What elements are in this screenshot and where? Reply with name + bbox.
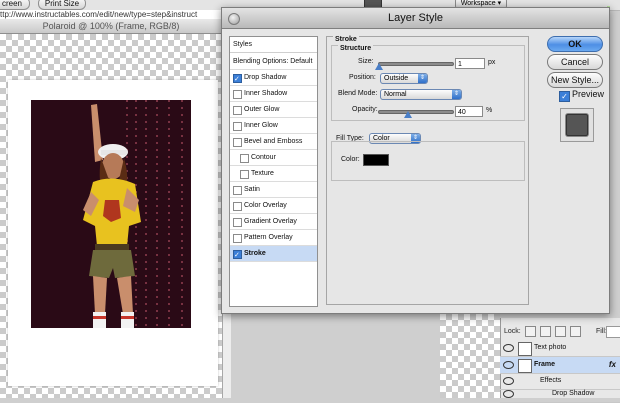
style-item-inner-glow[interactable]: Inner Glow xyxy=(230,118,317,134)
style-item-inner-shadow[interactable]: Inner Shadow xyxy=(230,86,317,102)
workspace-label: Workspace xyxy=(460,0,496,7)
opacity-slider-thumb[interactable] xyxy=(403,111,412,118)
print-size-button[interactable]: Print Size xyxy=(38,0,86,10)
dialog-title: Layer Style xyxy=(387,12,444,24)
size-slider[interactable] xyxy=(378,62,454,66)
fit-screen-button[interactable]: creen xyxy=(0,0,30,10)
style-checkbox[interactable] xyxy=(240,170,249,179)
chevron-updown-icon: ⇕ xyxy=(418,74,427,83)
style-item-label: Gradient Overlay xyxy=(244,218,297,225)
style-checkbox[interactable] xyxy=(233,186,242,195)
style-item-label: Satin xyxy=(244,186,260,193)
style-item-blending-options-default[interactable]: Blending Options: Default xyxy=(230,54,317,70)
size-slider-thumb[interactable] xyxy=(374,63,383,70)
preview-checkbox[interactable]: ✓ xyxy=(559,91,570,102)
style-checkbox[interactable] xyxy=(233,138,242,147)
style-checkbox[interactable] xyxy=(233,122,242,131)
layer-name: Text photo xyxy=(534,344,567,351)
style-item-contour[interactable]: Contour xyxy=(230,150,317,166)
fill-type-box: Color: xyxy=(331,141,525,181)
lock-transparent-icon[interactable] xyxy=(524,325,536,337)
lock-position-icon[interactable] xyxy=(554,325,566,337)
style-item-label: Outer Glow xyxy=(244,106,280,113)
style-item-label: Inner Glow xyxy=(244,122,278,129)
style-item-label: Drop Shadow xyxy=(244,74,287,81)
style-item-label: Contour xyxy=(251,154,276,161)
position-label: Position: xyxy=(349,74,376,81)
lock-all-icon[interactable] xyxy=(569,325,581,337)
position-select[interactable]: Outside ⇕ xyxy=(380,73,428,84)
style-item-label: Inner Shadow xyxy=(244,90,288,97)
eye-icon[interactable] xyxy=(503,390,514,398)
stroke-group-title: Stroke xyxy=(333,36,359,43)
styles-header[interactable]: Styles xyxy=(230,37,317,53)
layer-row-text-photo[interactable]: Text photo xyxy=(500,340,620,357)
style-checkbox[interactable] xyxy=(233,106,242,115)
effect-name: Drop Shadow xyxy=(552,390,595,397)
blend-mode-label: Blend Mode: xyxy=(338,90,378,97)
layer-thumbnail xyxy=(518,342,532,356)
chevron-updown-icon: ⇕ xyxy=(452,90,461,99)
style-checkbox[interactable] xyxy=(233,72,242,88)
size-field[interactable]: 1 xyxy=(455,58,485,69)
color-label: Color: xyxy=(341,156,360,163)
style-checkbox[interactable] xyxy=(233,90,242,99)
structure-box: Structure Size: 1 px Position: Outside ⇕… xyxy=(331,45,525,121)
style-checkbox[interactable] xyxy=(240,154,249,163)
lock-label: Lock: xyxy=(504,328,521,335)
document-title: Polaroid @ 100% (Frame, RGB/8) xyxy=(0,19,222,34)
style-item-outer-glow[interactable]: Outer Glow xyxy=(230,102,317,118)
new-style-button[interactable]: New Style... xyxy=(547,72,603,88)
fx-icon[interactable]: fx xyxy=(609,357,616,373)
style-item-bevel-and-emboss[interactable]: Bevel and Emboss xyxy=(230,134,317,150)
concert-photo xyxy=(31,100,191,328)
style-item-label: Texture xyxy=(251,170,274,177)
style-item-drop-shadow[interactable]: Drop Shadow xyxy=(230,70,317,88)
style-checkbox[interactable] xyxy=(233,202,242,211)
style-item-color-overlay[interactable]: Color Overlay xyxy=(230,198,317,214)
layer-name: Frame xyxy=(534,361,556,368)
opacity-field[interactable]: 40 xyxy=(455,106,483,117)
opacity-label: Opacity: xyxy=(352,106,378,113)
style-item-pattern-overlay[interactable]: Pattern Overlay xyxy=(230,230,317,246)
layer-row-drop-shadow[interactable]: Drop Shadow xyxy=(500,386,620,403)
size-label: Size: xyxy=(358,58,374,65)
ok-button[interactable]: OK xyxy=(547,36,603,52)
style-item-label: Stroke xyxy=(244,250,266,257)
color-swatch[interactable] xyxy=(363,154,389,166)
opacity-unit: % xyxy=(486,107,493,114)
size-unit: px xyxy=(488,59,496,66)
opacity-slider[interactable] xyxy=(378,110,454,114)
style-checkbox[interactable] xyxy=(233,234,242,243)
eye-icon[interactable] xyxy=(503,377,514,385)
fill-field[interactable] xyxy=(606,326,620,338)
layer-row-frame[interactable]: Frame fx xyxy=(500,357,620,374)
preview-swatch xyxy=(566,114,588,136)
structure-title: Structure xyxy=(338,45,374,52)
style-checkbox[interactable] xyxy=(233,218,242,227)
lock-image-icon[interactable] xyxy=(539,325,551,337)
layer-style-dialog: Layer Style Styles Blending Options: Def… xyxy=(221,7,610,314)
style-item-stroke[interactable]: Stroke xyxy=(230,246,317,264)
blend-mode-value: Normal xyxy=(384,91,407,98)
style-item-label: Bevel and Emboss xyxy=(244,138,303,145)
eye-icon[interactable] xyxy=(503,361,514,369)
style-item-satin[interactable]: Satin xyxy=(230,182,317,198)
cancel-button[interactable]: Cancel xyxy=(547,54,603,70)
style-item-gradient-overlay[interactable]: Gradient Overlay xyxy=(230,214,317,230)
style-checkbox[interactable] xyxy=(233,248,242,264)
style-item-label: Color Overlay xyxy=(244,202,287,209)
style-item-texture[interactable]: Texture xyxy=(230,166,317,182)
position-value: Outside xyxy=(384,75,409,82)
layer-thumbnail xyxy=(518,359,532,373)
styles-list: Styles Blending Options: Default Drop Sha… xyxy=(229,36,318,307)
style-item-label: Pattern Overlay xyxy=(244,234,293,241)
style-item-label: Blending Options: Default xyxy=(233,58,313,65)
eye-icon[interactable] xyxy=(503,344,514,352)
preview-label: Preview xyxy=(572,89,605,99)
blend-mode-select[interactable]: Normal ⇕ xyxy=(380,89,462,100)
stroke-group: Stroke Structure Size: 1 px Position: Ou… xyxy=(326,36,529,305)
